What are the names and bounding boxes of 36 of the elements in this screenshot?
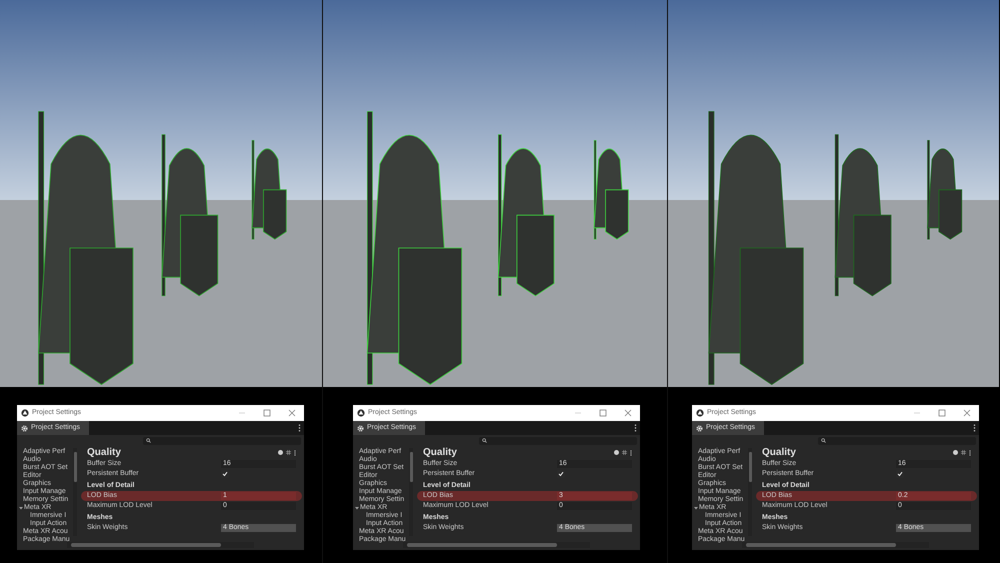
app-logo-icon — [21, 409, 29, 417]
maximize-icon[interactable] — [938, 409, 946, 417]
search-icon — [821, 438, 826, 443]
app-logo-icon — [696, 409, 704, 417]
section-title: Quality — [87, 446, 121, 458]
settings-icon — [696, 424, 703, 432]
scrollbar[interactable] — [748, 448, 752, 536]
search-field[interactable] — [143, 436, 301, 444]
maximize-icon[interactable] — [263, 409, 271, 417]
maximize-icon[interactable] — [599, 409, 607, 417]
close-icon[interactable] — [624, 409, 632, 417]
horizontal-scrollbar[interactable] — [403, 542, 590, 548]
search-icon — [482, 438, 487, 443]
caret-icon[interactable] — [694, 506, 698, 510]
section-title: Quality — [762, 446, 796, 458]
checkmark-icon — [222, 471, 228, 477]
search-icon — [146, 438, 151, 443]
checkmark-icon — [558, 471, 564, 477]
scrollbar[interactable] — [73, 448, 77, 536]
horizontal-scrollbar[interactable] — [742, 542, 929, 548]
caret-icon[interactable] — [19, 506, 23, 510]
close-icon[interactable] — [963, 409, 971, 417]
caret-icon[interactable] — [355, 506, 359, 510]
section-title: Quality — [423, 446, 457, 458]
more-icon[interactable] — [634, 424, 637, 432]
checkmark-icon — [897, 471, 903, 477]
close-icon[interactable] — [288, 409, 296, 417]
more-icon[interactable] — [298, 424, 301, 432]
search-field[interactable] — [818, 436, 976, 444]
search-field[interactable] — [479, 436, 637, 444]
scrollbar[interactable] — [409, 448, 413, 536]
more-icon[interactable] — [973, 424, 976, 432]
horizontal-scrollbar[interactable] — [67, 542, 254, 548]
settings-icon — [21, 424, 28, 432]
app-logo-icon — [357, 409, 365, 417]
settings-icon — [357, 424, 364, 432]
